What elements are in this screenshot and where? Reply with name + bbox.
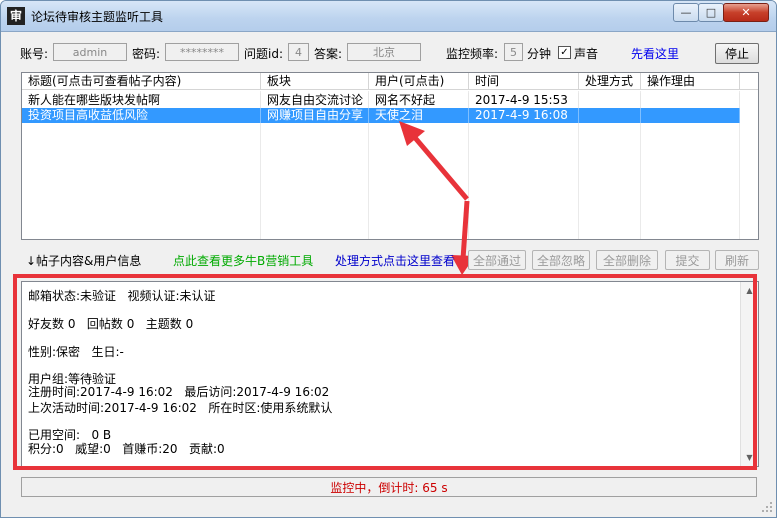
process-method-link[interactable]: 处理方式点击这里查看 [335, 252, 455, 269]
status-bar: 监控中，倒计时: 65 s [21, 477, 757, 497]
delete-all-button[interactable]: 全部删除 [596, 250, 658, 270]
resize-grip-icon[interactable] [761, 501, 773, 513]
refresh-button[interactable]: 刷新 [715, 250, 759, 270]
submit-button[interactable]: 提交 [665, 250, 710, 270]
ignore-all-button[interactable]: 全部忽略 [532, 250, 590, 270]
arrow-icon [399, 121, 469, 201]
main-window: 审 论坛待审核主题监听工具 — □ ✕ 账号: admin 密码: ******… [0, 0, 777, 518]
pass-all-button[interactable]: 全部通过 [468, 250, 526, 270]
post-user-info-label: ↓帖子内容&用户信息 [26, 254, 142, 268]
more-tools-link[interactable]: 点此查看更多牛B营销工具 [173, 252, 313, 269]
annotation-highlight-box [13, 274, 757, 470]
